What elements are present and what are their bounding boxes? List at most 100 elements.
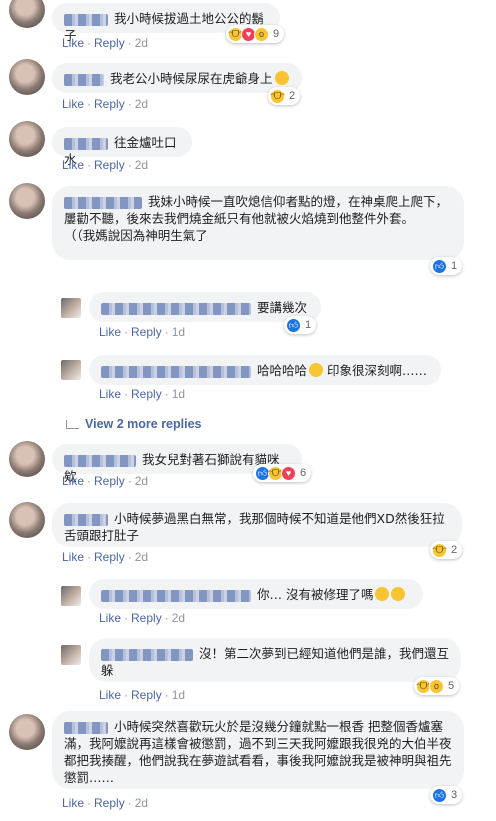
haha-emoji-icon bbox=[375, 587, 390, 601]
reaction-summary[interactable]: 👍︎ 3 bbox=[430, 786, 463, 804]
view-more-label: View 2 more replies bbox=[85, 417, 202, 431]
comment-bubble: 我妹小時候一直吹熄信仰者點的燈，在神桌爬上爬下，屢勸不聽，後來去我們燒金紙只有他… bbox=[52, 186, 464, 260]
reply-text: 你… 沒有被修理了嗎 bbox=[257, 587, 374, 602]
avatar[interactable] bbox=[61, 645, 81, 665]
comment-actions: Like · Reply · 2d bbox=[62, 474, 149, 488]
avatar[interactable] bbox=[61, 360, 81, 380]
like-icon: 👍︎ bbox=[432, 787, 447, 803]
like-icon: 👍︎ bbox=[432, 258, 447, 274]
comment-actions: Like · Reply · 2d bbox=[62, 796, 149, 810]
commenter-name[interactable] bbox=[101, 302, 251, 315]
reaction-count: 9 bbox=[273, 28, 280, 40]
wow-icon: o bbox=[254, 26, 269, 42]
reaction-count: 3 bbox=[451, 789, 458, 801]
avatar[interactable] bbox=[9, 441, 45, 477]
reaction-count: 1 bbox=[451, 260, 458, 272]
reply-actions: Like · Reply · 1d bbox=[99, 325, 186, 339]
like-link[interactable]: Like bbox=[99, 611, 121, 625]
haha-emoji-icon bbox=[309, 363, 324, 377]
commenter-name[interactable] bbox=[64, 13, 108, 26]
haha-icon: ᵔᗜᵔ bbox=[270, 88, 285, 104]
reaction-summary[interactable]: ᵔᗜᵔ o 5 bbox=[414, 677, 460, 695]
avatar[interactable] bbox=[9, 59, 45, 95]
reply-text-continued: 印象很深刻啊…… bbox=[327, 363, 428, 378]
reaction-summary[interactable]: 👍︎ 1 bbox=[430, 257, 463, 275]
reaction-count: 2 bbox=[289, 90, 296, 102]
comment-text: 小時候夢過黑白無常，我那個時候不知道是他們XD然後狂拉舌頭跟打肚子 bbox=[64, 511, 445, 543]
comment-actions: Like · Reply · 2d bbox=[62, 550, 149, 564]
haha-emoji-icon bbox=[274, 71, 289, 85]
commenter-name[interactable] bbox=[64, 454, 136, 467]
reaction-summary[interactable]: 👍︎ 1 bbox=[284, 316, 317, 334]
avatar[interactable] bbox=[61, 298, 81, 318]
reply-link[interactable]: Reply bbox=[94, 97, 125, 111]
comment-bubble: 小時候夢過黑白無常，我那個時候不知道是他們XD然後狂拉舌頭跟打肚子 bbox=[52, 503, 462, 547]
avatar[interactable] bbox=[61, 586, 81, 606]
comment-bubble: 往金爐吐口水 bbox=[52, 127, 192, 167]
like-link[interactable]: Like bbox=[99, 387, 121, 401]
reply-text: 要講幾次 bbox=[257, 300, 308, 315]
reply-text: 哈哈哈哈 bbox=[257, 363, 308, 378]
comment-bubble: 我老公小時候尿尿在虎爺身上 bbox=[52, 63, 302, 93]
reaction-summary[interactable]: ᵔᗜᵔ 2 bbox=[430, 541, 463, 559]
like-link[interactable]: Like bbox=[99, 325, 121, 339]
wow-icon: o bbox=[429, 678, 444, 694]
like-link[interactable]: Like bbox=[62, 158, 84, 172]
reply-link[interactable]: Reply bbox=[94, 796, 125, 810]
commenter-name[interactable] bbox=[101, 648, 193, 661]
reaction-summary[interactable]: ᵔᗜᵔ 2 bbox=[268, 87, 301, 105]
commenter-name[interactable] bbox=[64, 137, 108, 150]
timestamp[interactable]: 1d bbox=[172, 325, 185, 339]
like-link[interactable]: Like bbox=[99, 688, 121, 702]
reaction-count: 5 bbox=[448, 680, 455, 692]
commenter-name[interactable] bbox=[101, 365, 251, 378]
like-icon: 👍︎ bbox=[286, 317, 301, 333]
reply-link[interactable]: Reply bbox=[131, 611, 162, 625]
avatar[interactable] bbox=[9, 121, 45, 157]
reply-link[interactable]: Reply bbox=[94, 36, 125, 50]
commenter-name[interactable] bbox=[64, 196, 142, 209]
view-more-replies-link[interactable]: View 2 more replies bbox=[66, 417, 202, 431]
comment-actions: Like · Reply · 2d bbox=[62, 97, 149, 111]
reply-actions: Like · Reply · 2d bbox=[99, 611, 186, 625]
commenter-name[interactable] bbox=[64, 513, 108, 526]
timestamp[interactable]: 1d bbox=[172, 688, 185, 702]
avatar[interactable] bbox=[9, 183, 45, 219]
timestamp[interactable]: 1d bbox=[172, 387, 185, 401]
timestamp[interactable]: 2d bbox=[135, 550, 148, 564]
heart-icon: ♥ bbox=[281, 465, 296, 481]
avatar[interactable] bbox=[9, 714, 45, 750]
reply-actions: Like · Reply · 1d bbox=[99, 387, 186, 401]
reaction-count: 2 bbox=[451, 544, 458, 556]
like-link[interactable]: Like bbox=[62, 97, 84, 111]
avatar[interactable] bbox=[9, 0, 45, 28]
reaction-count: 6 bbox=[300, 467, 307, 479]
commenter-name[interactable] bbox=[64, 73, 104, 86]
like-link[interactable]: Like bbox=[62, 36, 84, 50]
reply-link[interactable]: Reply bbox=[131, 325, 162, 339]
commenter-name[interactable] bbox=[101, 589, 251, 602]
haha-icon: ᵔᗜᵔ bbox=[432, 542, 447, 558]
reply-link[interactable]: Reply bbox=[131, 688, 162, 702]
timestamp[interactable]: 2d bbox=[172, 611, 185, 625]
like-link[interactable]: Like bbox=[62, 550, 84, 564]
reply-link[interactable]: Reply bbox=[94, 474, 125, 488]
reaction-summary[interactable]: ᵔᗜᵔ ♥ o 9 bbox=[226, 25, 285, 43]
like-link[interactable]: Like bbox=[62, 474, 84, 488]
haha-emoji-icon bbox=[391, 587, 406, 601]
commenter-name[interactable] bbox=[64, 721, 108, 734]
reply-link[interactable]: Reply bbox=[94, 550, 125, 564]
comment-text: 我老公小時候尿尿在虎爺身上 bbox=[110, 71, 273, 86]
like-link[interactable]: Like bbox=[62, 796, 84, 810]
avatar[interactable] bbox=[9, 502, 45, 538]
timestamp[interactable]: 2d bbox=[135, 36, 148, 50]
timestamp[interactable]: 2d bbox=[135, 158, 148, 172]
reaction-summary[interactable]: 👍︎ ᵔᗜᵔ ♥ 6 bbox=[253, 464, 312, 482]
timestamp[interactable]: 2d bbox=[135, 474, 148, 488]
reply-link[interactable]: Reply bbox=[94, 158, 125, 172]
comment-text: 小時候突然喜歡玩火於是沒幾分鐘就點一根香 把整個香爐塞滿，我阿嬤說再這樣會被懲罰… bbox=[64, 719, 452, 785]
reply-link[interactable]: Reply bbox=[131, 387, 162, 401]
timestamp[interactable]: 2d bbox=[135, 97, 148, 111]
timestamp[interactable]: 2d bbox=[135, 796, 148, 810]
reply-bubble: 哈哈哈哈 印象很深刻啊…… bbox=[89, 355, 441, 385]
